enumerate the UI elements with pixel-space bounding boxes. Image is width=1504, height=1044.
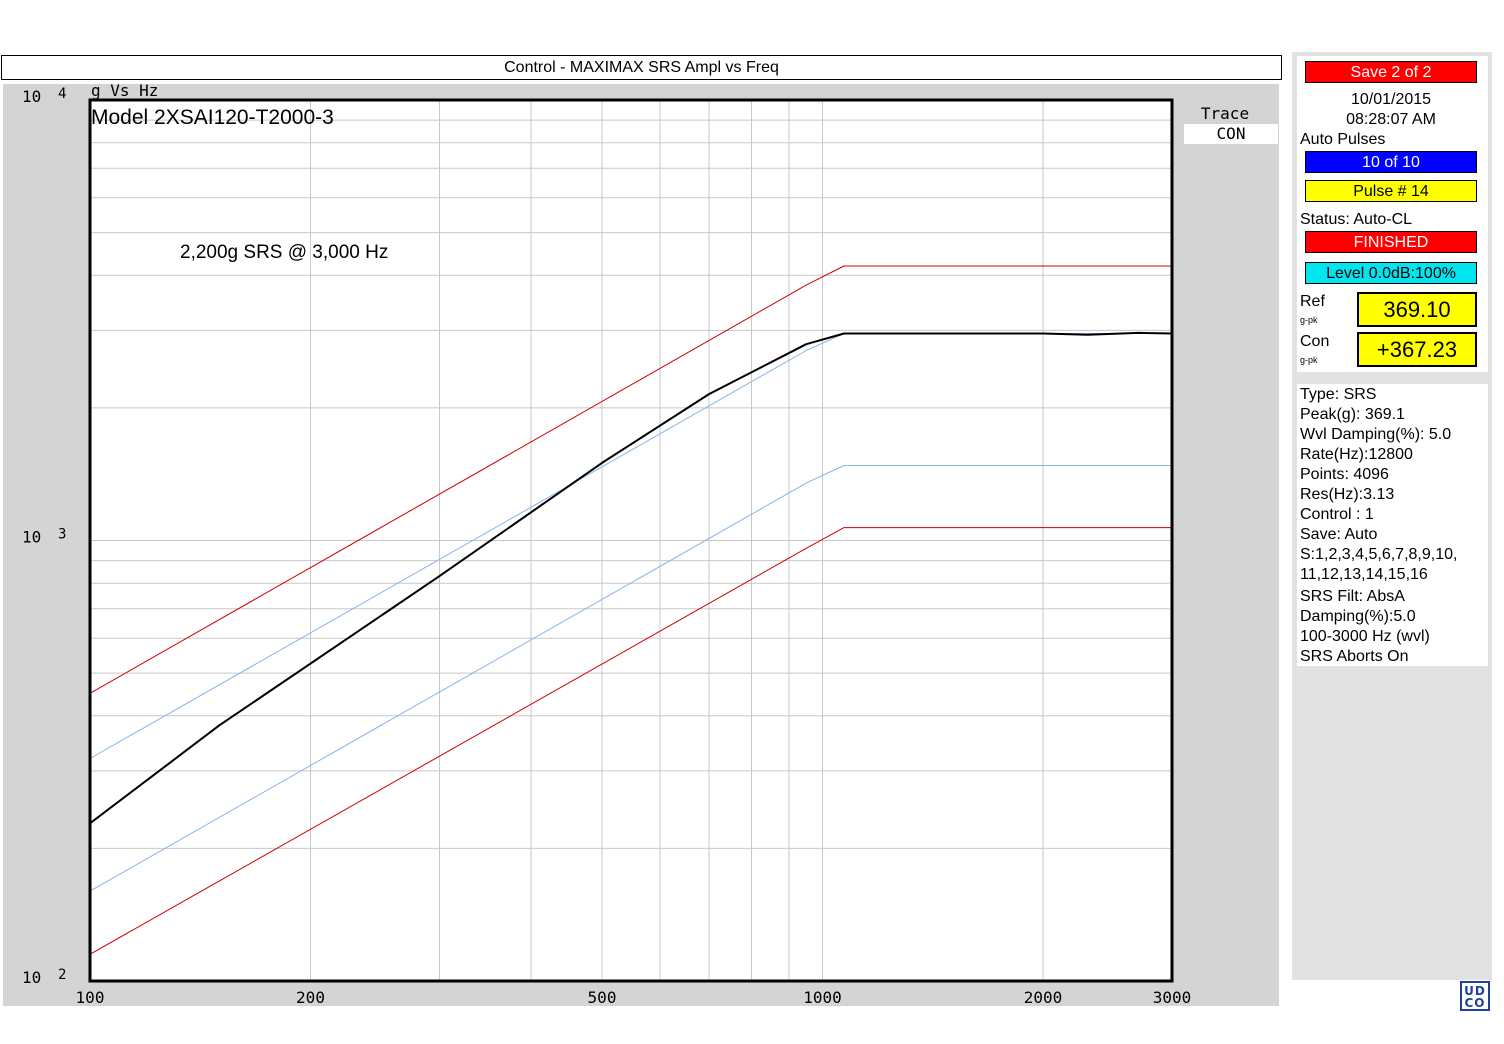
info-line: S:1,2,3,4,5,6,7,8,9,10, xyxy=(1300,546,1458,563)
x-tick-label: 1000 xyxy=(803,988,842,1007)
y-tick-exponent: 4 xyxy=(58,86,66,102)
save-status-badge: Save 2 of 2 xyxy=(1305,61,1477,83)
info-line: 11,12,13,14,15,16 xyxy=(1300,566,1428,583)
info-line: Type: SRS xyxy=(1300,386,1377,403)
con-value: +367.23 xyxy=(1357,332,1477,367)
y-tick-base: 10 xyxy=(22,87,41,106)
y-tick-exponent: 2 xyxy=(58,967,66,983)
ref-value: 369.10 xyxy=(1357,292,1477,327)
y-tick-labels: 10 4 10 3 10 2 xyxy=(22,86,66,987)
info-line: SRS Aborts On xyxy=(1300,648,1409,665)
y-tick-exponent: 3 xyxy=(58,527,66,543)
info-line: Peak(g): 369.1 xyxy=(1300,406,1405,423)
info-line: Res(Hz):3.13 xyxy=(1300,486,1395,503)
pulse-number-badge: Pulse # 14 xyxy=(1305,180,1477,202)
info-line: Points: 4096 xyxy=(1300,466,1389,483)
info-line: Wvl Damping(%): 5.0 xyxy=(1300,426,1452,443)
y-tick-base: 10 xyxy=(22,528,41,547)
status-text: Status: Auto-CL xyxy=(1300,211,1413,228)
x-tick-labels: 100 200 500 1000 2000 3000 xyxy=(76,988,1192,1007)
auto-pulses-label: Auto Pulses xyxy=(1300,131,1386,148)
date-text: 10/01/2015 xyxy=(1350,91,1432,108)
info-line: SRS Filt: AbsA xyxy=(1300,588,1405,605)
grid xyxy=(90,100,1172,981)
spec-annotation: 2,200g SRS @ 3,000 Hz xyxy=(180,242,388,263)
x-tick-label: 100 xyxy=(76,988,105,1007)
y-unit-label: g Vs Hz xyxy=(91,81,158,100)
con-unit: g-pk xyxy=(1300,355,1318,365)
model-annotation: Model 2XSAI120-T2000-3 xyxy=(91,106,334,129)
trace-selector[interactable]: CON xyxy=(1184,124,1278,144)
info-line: Damping(%):5.0 xyxy=(1300,608,1416,625)
ref-label: Ref xyxy=(1300,293,1325,310)
srs-chart: g Vs Hz Model 2XSAI120-T2000-3 2,200g SR… xyxy=(22,81,1192,1007)
info-line: Rate(Hz):12800 xyxy=(1300,446,1413,463)
x-tick-label: 500 xyxy=(588,988,617,1007)
con-label: Con xyxy=(1300,333,1330,350)
info-line: Save: Auto xyxy=(1300,526,1378,543)
finished-badge: FINISHED xyxy=(1305,231,1477,253)
x-tick-label: 2000 xyxy=(1024,988,1063,1007)
y-tick-base: 10 xyxy=(22,968,41,987)
pulses-count-badge: 10 of 10 xyxy=(1305,151,1477,173)
time-text: 08:28:07 AM xyxy=(1346,111,1436,128)
x-tick-label: 3000 xyxy=(1153,988,1192,1007)
level-badge: Level 0.0dB:100% xyxy=(1305,262,1477,284)
info-line: Control : 1 xyxy=(1300,506,1374,523)
trace-label: Trace xyxy=(1200,104,1250,123)
ref-unit: g-pk xyxy=(1300,315,1318,325)
x-tick-label: 200 xyxy=(296,988,325,1007)
info-line: 100-3000 Hz (wvl) xyxy=(1300,628,1430,645)
udco-logo: UD CO xyxy=(1460,981,1490,1011)
